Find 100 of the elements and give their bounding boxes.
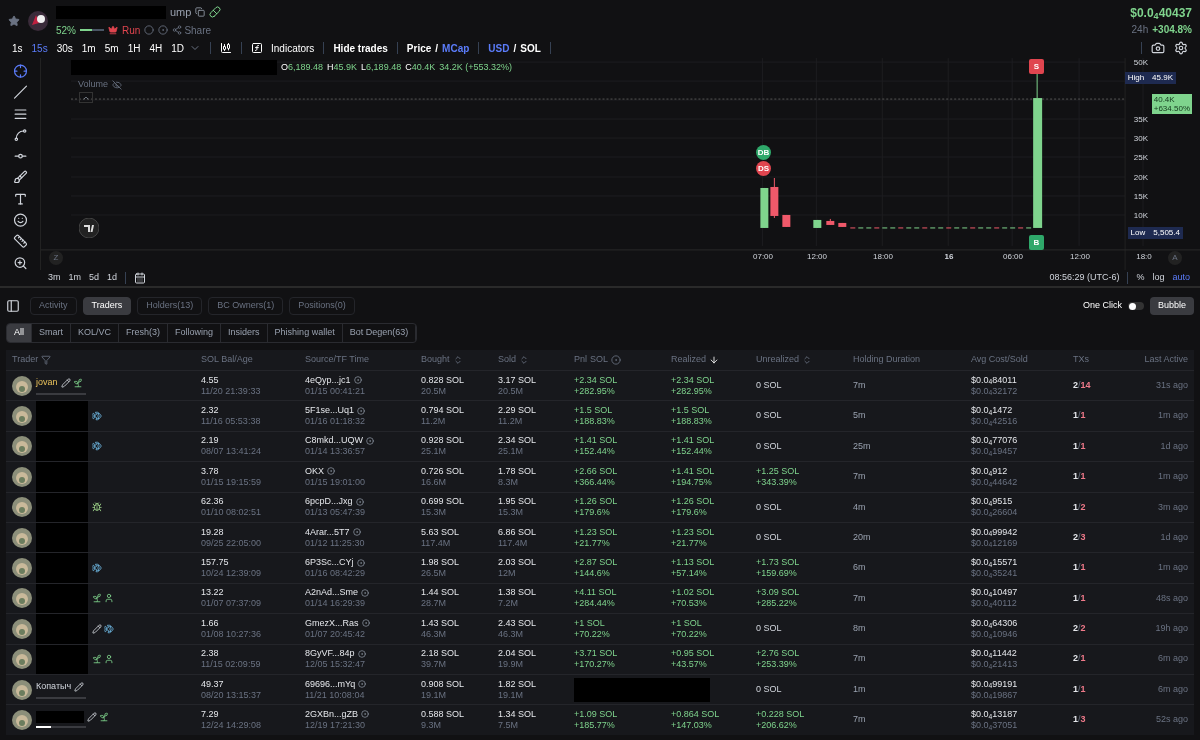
source-address[interactable]: 8GyVF...84p: [305, 648, 355, 660]
pnl-percent: +284.44%: [574, 598, 616, 610]
redacted-block: [36, 522, 88, 553]
pattern-icon[interactable]: [12, 127, 28, 143]
source-address[interactable]: A2nAd...Sme: [305, 587, 359, 599]
filter-tab[interactable]: Insiders: [221, 324, 268, 342]
axis-label: 18:0: [1135, 251, 1153, 263]
eye-off-icon[interactable]: [112, 79, 123, 90]
pencil-icon: [87, 712, 97, 723]
filter-tab[interactable]: Following: [168, 324, 222, 342]
toggle-option[interactable]: MCap: [442, 40, 470, 56]
timeframe-tab[interactable]: 1D: [171, 40, 184, 56]
toggle-option[interactable]: SOL: [520, 40, 541, 56]
holding-duration: 25m: [853, 439, 872, 453]
timeframe-tab[interactable]: 15s: [31, 40, 48, 56]
filter-tab[interactable]: Bot Degen(63): [342, 324, 417, 342]
camera-icon[interactable]: [1151, 41, 1165, 55]
sold-amount: 12M: [498, 568, 517, 580]
ruler-icon[interactable]: [12, 234, 28, 249]
sold-sol: 1.82 SOL: [498, 678, 538, 690]
source-address[interactable]: 69696...mYq: [305, 678, 356, 690]
scale-option[interactable]: log: [1152, 271, 1165, 285]
filter-icon[interactable]: [41, 355, 52, 365]
realized-sol: +2.34 SOL: [671, 374, 716, 386]
coin-icon: [366, 436, 374, 445]
share-button[interactable]: Share: [172, 22, 212, 38]
crosshair-icon[interactable]: [12, 64, 28, 79]
toggle-option[interactable]: Price: [406, 40, 432, 56]
avg-sold: $0.0$_{4}$19867: [971, 689, 1019, 701]
line-icon[interactable]: [12, 85, 28, 100]
collapse-button[interactable]: [79, 92, 93, 103]
hide-trades-button[interactable]: Hide trades: [333, 40, 388, 56]
scale-option[interactable]: %: [1136, 271, 1145, 285]
range-button[interactable]: 3m: [48, 271, 61, 285]
tab[interactable]: Activity: [30, 297, 77, 315]
source-address[interactable]: 4eQyp...jc1: [305, 374, 351, 386]
toggle-icon[interactable]: [611, 355, 622, 365]
bubble-button[interactable]: Bubble: [1149, 297, 1194, 315]
tx-sells: 2: [1080, 500, 1086, 514]
avatar: [12, 466, 32, 487]
source-address[interactable]: 6pcpD...Jxg: [305, 496, 353, 508]
tab[interactable]: Positions(0): [289, 297, 355, 315]
timeframe-tab[interactable]: 1s: [12, 40, 23, 56]
text-icon[interactable]: [12, 191, 28, 207]
one-click-switch[interactable]: [1127, 302, 1144, 310]
trader-name[interactable]: Копатыч: [36, 680, 72, 694]
timeframe-tab[interactable]: 30s: [56, 40, 73, 56]
pill-icon[interactable]: [209, 6, 222, 19]
avg-cost: $0.0$_{4}$99191: [971, 678, 1019, 690]
timeframe-tab[interactable]: 5m: [104, 40, 119, 56]
source-address[interactable]: OKX: [305, 465, 324, 477]
settings-icon[interactable]: [1174, 41, 1188, 55]
tab[interactable]: BC Owners(1): [208, 297, 284, 315]
range-button[interactable]: 5d: [89, 271, 100, 285]
person-icon: [104, 654, 114, 665]
source-address[interactable]: GmezX...Ras: [305, 617, 359, 629]
source-address[interactable]: 5F1se...Uq1: [305, 405, 355, 417]
avg-cost: $0.0$_{4}$77076: [971, 435, 1019, 447]
scale-option[interactable]: auto: [1172, 271, 1190, 285]
tv-logo-icon[interactable]: [79, 218, 99, 238]
redacted-block: [36, 462, 88, 492]
unrealized-sol: +1.25 SOL: [756, 465, 801, 477]
indicators-button[interactable]: Indicators: [251, 40, 315, 56]
trader-name[interactable]: jovan: [36, 376, 58, 390]
filter-tab[interactable]: Fresh(3): [119, 324, 169, 342]
filter-tab[interactable]: Smart: [32, 324, 72, 342]
source-address[interactable]: C8mkd...UQW: [305, 435, 363, 447]
panel-icon[interactable]: [6, 299, 20, 313]
filter-tab[interactable]: Phishing wallet: [267, 324, 343, 342]
copy-icon[interactable]: [195, 7, 206, 18]
star-icon[interactable]: [8, 14, 20, 27]
realized-sol: +1.02 SOL: [671, 587, 716, 599]
filter-tab[interactable]: All: [7, 324, 32, 342]
unrealized-percent: +343.39%: [756, 476, 798, 488]
sold-sol: 1.38 SOL: [498, 587, 538, 599]
source-address[interactable]: 6P3Sc...CYj: [305, 557, 354, 569]
one-click-label: One Click: [1082, 299, 1122, 313]
tx-buys: 2: [1073, 530, 1078, 544]
avg-sold: $0.0$_{4}$44642: [971, 476, 1019, 488]
timeframe-tab[interactable]: 4H: [149, 40, 163, 56]
toggle-option[interactable]: USD: [488, 40, 510, 56]
avatar: [12, 588, 32, 609]
candles-icon[interactable]: [220, 42, 232, 54]
zoom-in-icon[interactable]: [12, 255, 28, 270]
brush-icon[interactable]: [12, 170, 28, 185]
lines-icon[interactable]: [12, 106, 28, 121]
smiley-icon[interactable]: [12, 213, 28, 228]
filter-tab[interactable]: KOL/VC: [71, 324, 120, 342]
calendar-icon[interactable]: [134, 272, 147, 284]
sort-down-icon[interactable]: [709, 355, 720, 365]
timeframe-tab[interactable]: 1H: [127, 40, 141, 56]
person-icon: [104, 593, 114, 604]
tab[interactable]: Traders: [82, 297, 132, 315]
tab[interactable]: Holders(13): [137, 297, 203, 315]
source-address[interactable]: 2GXBn...gZB: [305, 709, 359, 720]
timeframe-tab[interactable]: 1m: [81, 40, 96, 56]
range-button[interactable]: 1d: [107, 271, 118, 285]
bought-amount: 117.4M: [421, 537, 452, 549]
source-address[interactable]: 4Arar...5T7: [305, 526, 350, 538]
range-button[interactable]: 1m: [68, 271, 82, 285]
